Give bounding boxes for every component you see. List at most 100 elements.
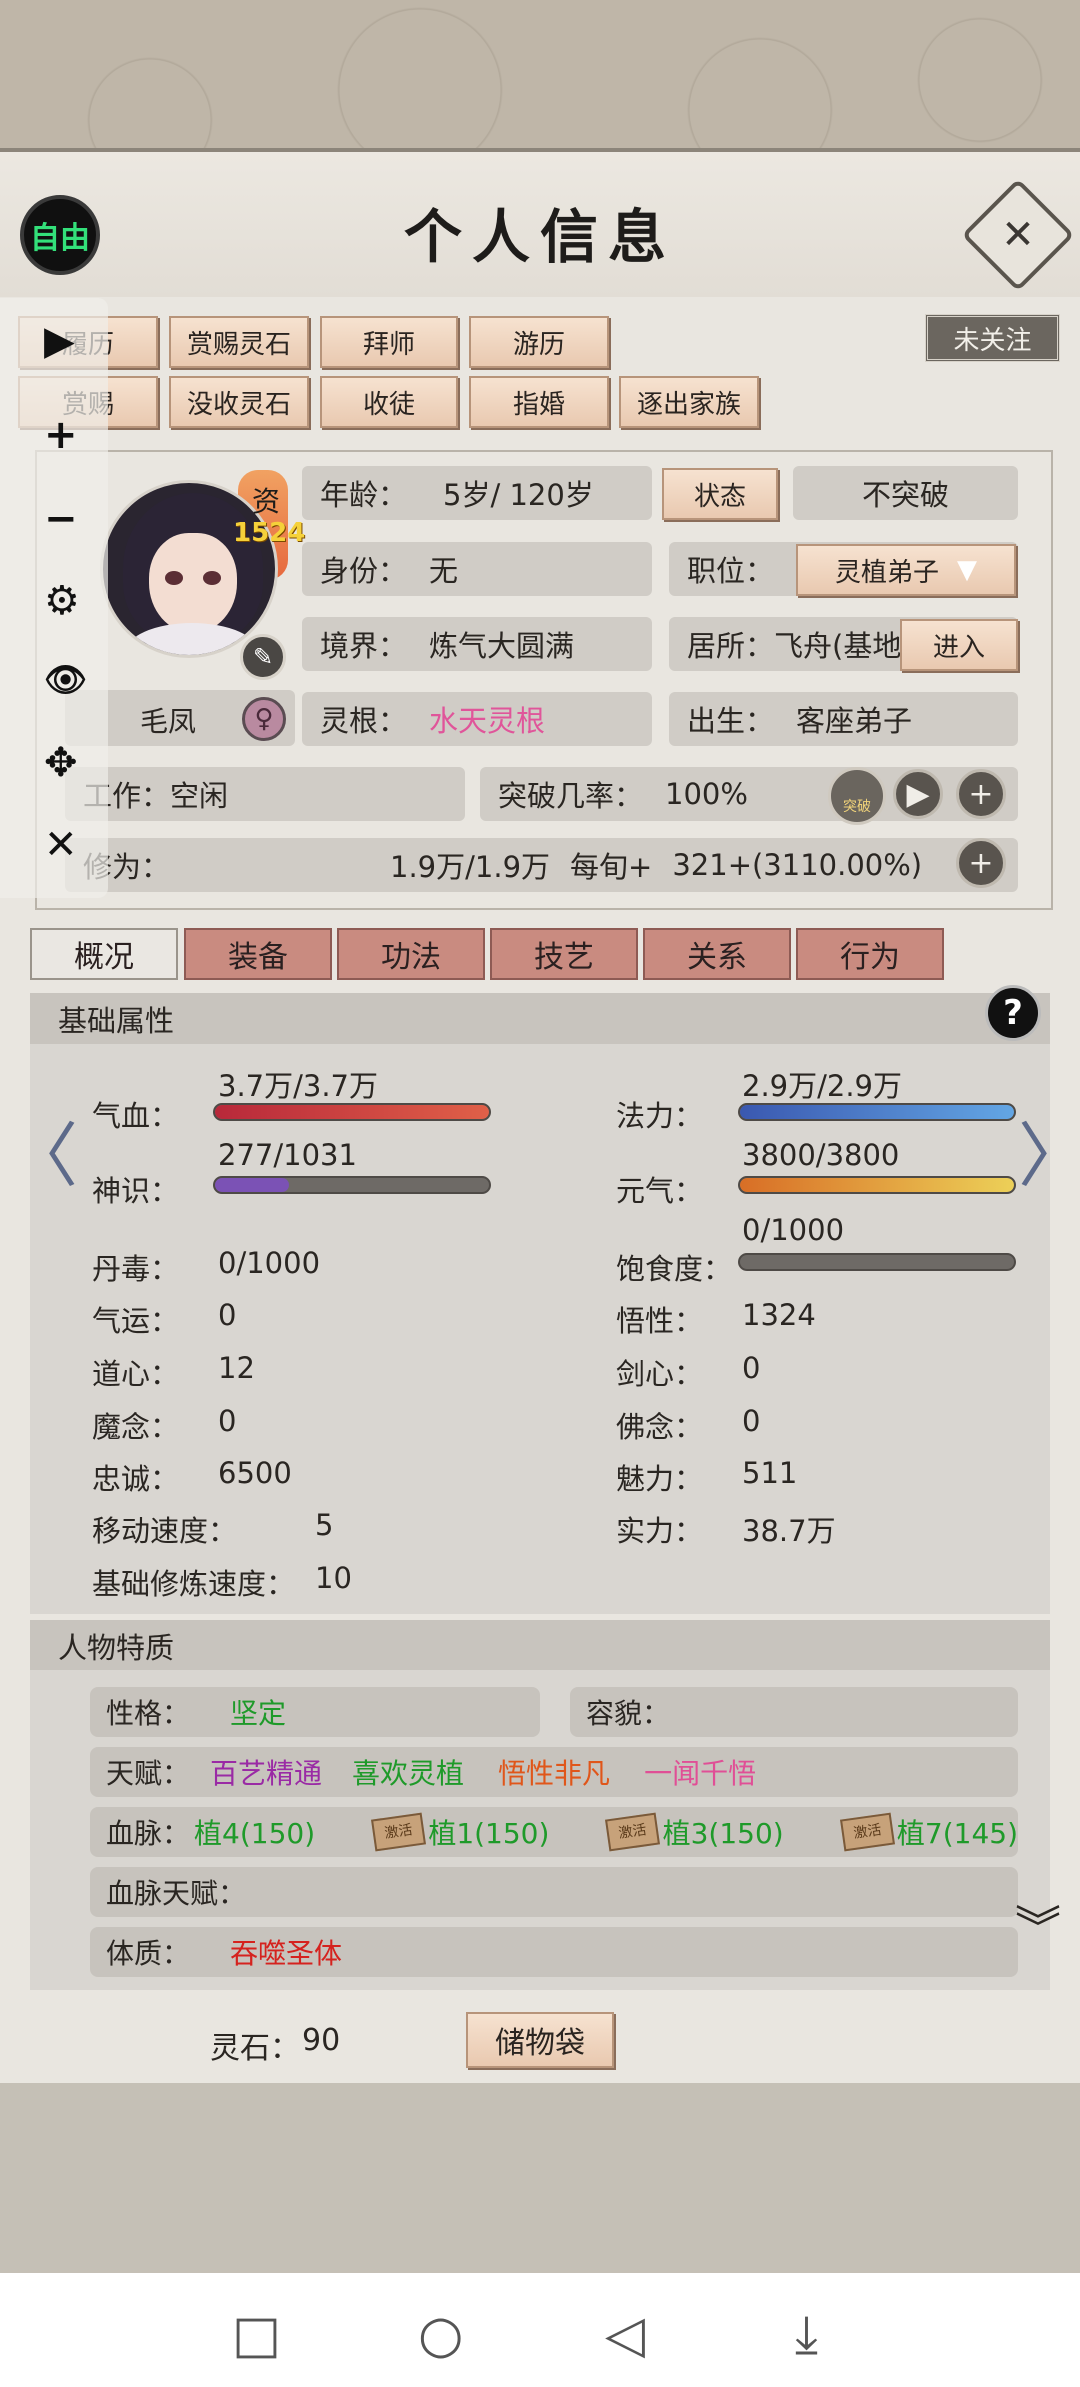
looks-row: 容貌： — [570, 1687, 1018, 1737]
qixue-value: 3.7万/3.7万 — [218, 1069, 379, 1103]
scroll-down-icon[interactable]: ︾ — [1015, 1905, 1061, 1951]
wuxing-value: 1324 — [742, 1298, 816, 1332]
enter-button[interactable]: 进入 — [900, 619, 1018, 671]
yuanqi-label: 元气： — [616, 1174, 704, 1208]
monian-value: 0 — [218, 1404, 237, 1438]
fali-value: 2.9万/2.9万 — [742, 1069, 903, 1103]
expel-button[interactable]: 逐出家族 — [619, 376, 759, 428]
breakthrough-toggle[interactable]: 不突破 — [793, 466, 1018, 520]
power-label: 实力： — [616, 1514, 704, 1548]
confiscate-stones-button[interactable]: 没收灵石 — [169, 376, 309, 428]
gear-icon[interactable]: ⚙ — [44, 578, 80, 624]
follow-button[interactable]: 未关注 — [925, 314, 1060, 362]
eye-icon[interactable]: 👁 — [44, 660, 87, 700]
physique-row: 体质： 吞噬圣体 — [90, 1927, 1018, 1977]
storage-bag-button[interactable]: 储物袋 — [466, 2012, 614, 2068]
breakthrough-icon[interactable]: 突破 — [828, 767, 886, 825]
train-speed-label: 基础修炼速度： — [92, 1567, 296, 1601]
tab-relations[interactable]: 关系 — [643, 928, 791, 980]
fali-fill — [740, 1105, 1014, 1119]
close-tool-icon[interactable]: ✕ — [44, 822, 78, 868]
system-navbar — [0, 2273, 1080, 2387]
chevron-down-icon: ▼ — [957, 555, 977, 585]
work-cell: 工作： 空闲 — [65, 767, 465, 821]
activated-tag: 激活 — [371, 1812, 427, 1852]
spirit-stones-label: 灵石： — [210, 2031, 300, 2066]
shenshi-label: 神识： — [92, 1174, 180, 1208]
aptitude-value: 1524 — [233, 518, 306, 548]
qiyun-label: 气运： — [92, 1304, 180, 1338]
arrange-marriage-button[interactable]: 指婚 — [469, 376, 609, 428]
qixue-fill — [215, 1105, 489, 1119]
shenshi-value: 277/1031 — [218, 1138, 357, 1172]
edit-pen-icon[interactable]: ✎ — [240, 634, 286, 680]
daoxin-label: 道心： — [92, 1357, 180, 1391]
identity-cell: 身份：无 — [302, 542, 652, 596]
dandu-label: 丹毒： — [92, 1252, 180, 1286]
back-icon[interactable]: ◁ — [605, 2305, 645, 2365]
zoom-out-icon[interactable]: − — [44, 496, 78, 542]
shenshi-bar — [213, 1176, 491, 1194]
fali-bar — [738, 1103, 1016, 1121]
background-lower — [0, 2083, 1080, 2273]
monian-label: 魔念： — [92, 1410, 180, 1444]
spirit-stones-value: 90 — [302, 2023, 341, 2058]
notification-pull-icon[interactable]: ⤓ — [795, 2305, 818, 2366]
yuanqi-value: 3800/3800 — [742, 1138, 900, 1172]
tab-overview[interactable]: 概况 — [30, 928, 178, 980]
qiyun-value: 0 — [218, 1298, 237, 1332]
wuxing-label: 悟性： — [616, 1304, 704, 1338]
dandu-value: 0/1000 — [218, 1246, 321, 1280]
position-dropdown[interactable]: 灵植弟子 ▼ — [796, 544, 1016, 596]
satiety-label: 饱食度： — [616, 1252, 733, 1286]
reward-stones-button[interactable]: 赏赐灵石 — [169, 316, 309, 368]
take-disciple-button[interactable]: 收徒 — [320, 376, 458, 428]
tab-behavior[interactable]: 行为 — [796, 928, 944, 980]
status-button[interactable]: 状态 — [662, 468, 778, 520]
daoxin-value: 12 — [218, 1351, 255, 1385]
recent-apps-icon[interactable]: □ — [232, 2305, 281, 2365]
age-cell: 年龄： 5岁/ 120岁 — [302, 466, 652, 520]
fonian-label: 佛念： — [616, 1410, 704, 1444]
close-icon: ✕ — [1001, 212, 1035, 258]
play-tool-icon[interactable]: ▶ — [44, 318, 75, 364]
qixue-label: 气血： — [92, 1099, 180, 1133]
yuanqi-fill — [740, 1178, 1014, 1192]
satiety-bar — [738, 1253, 1016, 1271]
prev-arrow-icon[interactable]: 〈 — [8, 1100, 78, 1201]
home-icon[interactable]: ○ — [418, 2305, 463, 2365]
meili-value: 511 — [742, 1456, 798, 1490]
free-mode-button[interactable]: 自由 — [20, 195, 100, 275]
fonian-value: 0 — [742, 1404, 761, 1438]
jianxin-label: 剑心： — [616, 1357, 704, 1391]
talent-row: 天赋： 百艺精通 喜欢灵植 悟性非凡 一闻千悟 — [90, 1747, 1018, 1797]
travel-button[interactable]: 游历 — [469, 316, 609, 368]
yuanqi-bar — [738, 1176, 1016, 1194]
zoom-in-icon[interactable]: + — [44, 412, 78, 458]
move-icon[interactable]: ✥ — [44, 740, 78, 786]
zhongcheng-value: 6500 — [218, 1456, 292, 1490]
speed-value: 5 — [315, 1508, 334, 1542]
bloodline-row: 血脉： 植4(150) 激活 植1(150) 激活 植3(150) 激活 植7(145… — [90, 1807, 1018, 1857]
meili-label: 魅力： — [616, 1462, 704, 1496]
next-arrow-icon[interactable]: 〉 — [1018, 1100, 1080, 1201]
cultivation-cell: 修为： 1.9万/1.9万 每旬+ 321+(3110.00%) — [65, 838, 1018, 892]
help-icon[interactable]: ? — [985, 985, 1041, 1041]
activated-tag: 激活 — [605, 1812, 661, 1852]
tab-techniques[interactable]: 功法 — [337, 928, 485, 980]
activated-tag: 激活 — [839, 1812, 895, 1852]
take-master-button[interactable]: 拜师 — [320, 316, 458, 368]
page-title: 个人信息 — [403, 203, 676, 271]
satiety-value: 0/1000 — [742, 1213, 845, 1247]
tab-skills[interactable]: 技艺 — [490, 928, 638, 980]
character-name: 毛凤 — [140, 705, 197, 738]
play-icon[interactable]: ▶ — [893, 769, 943, 819]
bloodline-talent-row: 血脉天赋： — [90, 1867, 1018, 1917]
spirit-root-cell: 灵根： 水天灵根 — [302, 692, 652, 746]
jianxin-value: 0 — [742, 1351, 761, 1385]
traits-header: 人物特质 — [30, 1620, 1050, 1672]
female-icon: ♀ — [242, 697, 286, 741]
tab-equipment[interactable]: 装备 — [184, 928, 332, 980]
cultivation-plus-icon[interactable]: + — [956, 838, 1006, 888]
plus-icon[interactable]: + — [956, 769, 1006, 819]
